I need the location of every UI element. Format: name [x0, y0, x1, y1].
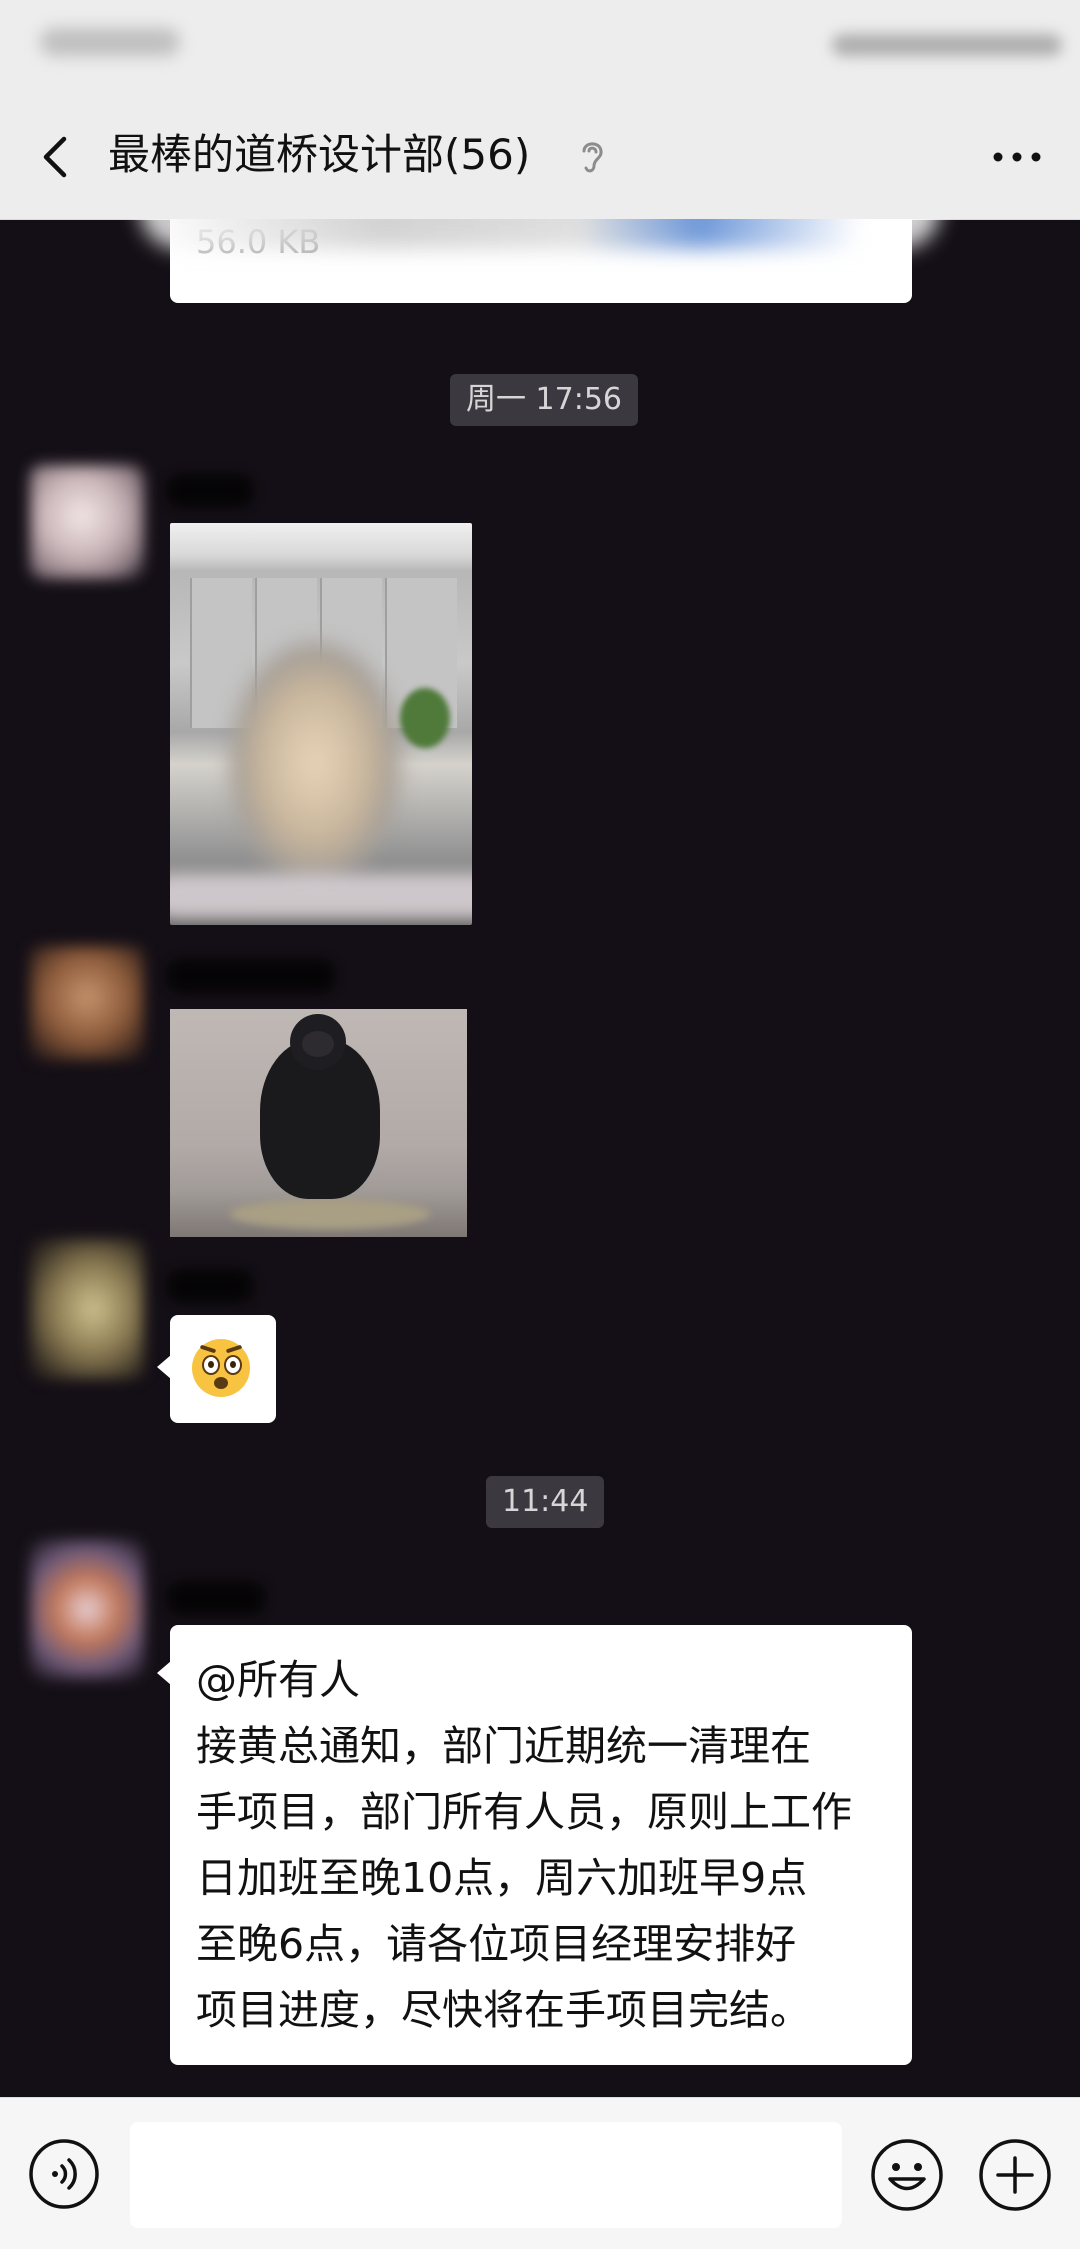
message-line: 至晚6点，请各位项目经理安排好 [196, 1920, 797, 1968]
status-bar-blurred-right [832, 34, 1062, 56]
chat-header: 最棒的道桥设计部(56) [0, 95, 1080, 220]
mention-all: @所有人 [196, 1656, 360, 1704]
file-name-blurred [140, 219, 940, 249]
timestamp: 11:44 [486, 1476, 605, 1528]
avatar[interactable] [30, 1539, 144, 1679]
chat-history[interactable]: 56.0 KB 周一 17:56 11:44 @所有人 接 [0, 219, 1080, 2097]
voice-icon[interactable] [28, 2138, 100, 2210]
avatar[interactable] [30, 465, 144, 579]
sender-name-blurred [166, 1269, 254, 1303]
message-input[interactable] [130, 2122, 842, 2228]
sender-name-blurred [166, 959, 336, 993]
message-line: 接黄总通知，部门近期统一清理在 [196, 1722, 811, 1770]
chevron-left-icon[interactable] [34, 127, 84, 187]
status-bar-blurred-left [40, 28, 180, 56]
message-line: 项目进度，尽快将在手项目完结。 [196, 1986, 811, 2034]
plus-icon[interactable] [978, 2138, 1052, 2212]
sender-name-blurred [166, 474, 254, 508]
image-message-office-photo[interactable] [170, 523, 472, 925]
message-line: 手项目，部门所有人员，原则上工作 [196, 1788, 852, 1836]
chat-title: 最棒的道桥设计部(56) [108, 130, 531, 179]
message-line: 日加班至晚10点，周六加班早9点 [196, 1854, 808, 1902]
sender-name-blurred [166, 1581, 266, 1615]
announcement-message[interactable]: @所有人 接黄总通知，部门近期统一清理在 手项目，部门所有人员，原则上工作 日加… [157, 1625, 912, 2065]
ear-icon [582, 142, 603, 173]
image-message-gorilla-photo[interactable] [170, 1009, 467, 1237]
input-bar [0, 2097, 1080, 2249]
emoji-message[interactable] [157, 1315, 276, 1423]
timestamp: 周一 17:56 [450, 374, 638, 426]
smiley-icon[interactable] [870, 2138, 944, 2212]
avatar[interactable] [30, 946, 144, 1060]
more-icon[interactable] [990, 139, 1044, 175]
status-bar [0, 0, 1080, 95]
avatar[interactable] [30, 1239, 144, 1379]
file-message[interactable]: 56.0 KB [140, 219, 940, 303]
shocked-face-emoji [192, 1339, 250, 1397]
